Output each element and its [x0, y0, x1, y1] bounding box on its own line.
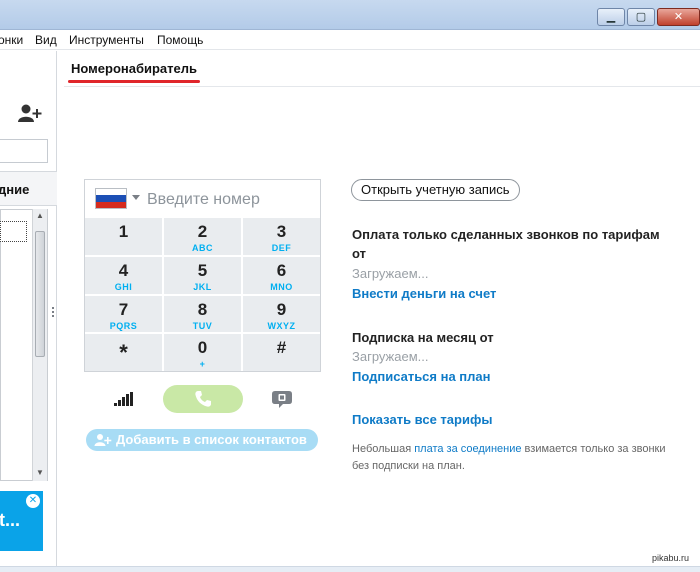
status-bar — [0, 566, 700, 572]
scrollbar[interactable]: ▲ ▼ — [32, 209, 47, 481]
scroll-down-icon[interactable]: ▼ — [36, 468, 44, 477]
menu-calls[interactable]: онки — [0, 33, 23, 47]
key-digit: # — [276, 338, 287, 358]
phone-number-placeholder: Введите номер — [147, 191, 260, 208]
maximize-icon: ▢ — [635, 11, 647, 23]
dialpad: Введите номер 1 2 ABC 3 DEF 4 GHI 5 JKL 6 MNO… — [84, 179, 321, 372]
chevron-down-icon[interactable] — [132, 195, 140, 200]
divider — [64, 86, 700, 87]
key-8[interactable]: 8 TUV — [164, 295, 241, 333]
key-6[interactable]: 6 MNO — [243, 256, 320, 294]
key-digit: 3 — [276, 222, 287, 241]
key-letters: PQRS — [109, 320, 138, 331]
key-digit: 7 — [118, 299, 129, 319]
tab-recent[interactable]: дние — [0, 171, 57, 206]
window-titlebar: ▁ ▢ ✕ — [0, 0, 700, 30]
key-star[interactable]: * — [85, 334, 162, 371]
minimize-icon: ▁ — [606, 11, 616, 23]
key-3[interactable]: 3 DEF — [243, 218, 320, 255]
add-to-contacts-button[interactable]: Добавить в список контактов — [86, 429, 318, 451]
key-digit: 2 — [197, 222, 208, 241]
key-1[interactable]: 1 — [85, 218, 162, 255]
open-account-button[interactable]: Открыть учетную запись — [351, 179, 520, 201]
maximize-button[interactable]: ▢ — [627, 8, 655, 26]
signal-strength-icon[interactable] — [114, 392, 134, 406]
key-9[interactable]: 9 WXYZ — [243, 295, 320, 333]
active-tab-indicator — [68, 80, 200, 83]
key-4[interactable]: 4 GHI — [85, 256, 162, 294]
key-digit: 1 — [118, 222, 129, 241]
contacts-sidebar: дние ▲ ▼ it... ✕ — [0, 51, 57, 566]
key-letters: GHI — [114, 281, 133, 292]
pay-as-you-go-heading: Оплата только сделанных звонков по тариф… — [352, 227, 660, 261]
key-letters: ABC — [192, 243, 213, 253]
key-5[interactable]: 5 JKL — [164, 256, 241, 294]
key-letters: MNO — [270, 281, 293, 292]
scroll-up-icon[interactable]: ▲ — [36, 211, 44, 220]
key-letters: + — [199, 359, 206, 370]
key-digit: 8 — [197, 299, 208, 319]
key-hash[interactable]: # — [243, 334, 320, 371]
key-digit: 9 — [276, 299, 287, 319]
phone-number-field[interactable]: Введите номер — [85, 180, 320, 218]
key-digit: 0 — [197, 338, 208, 358]
pay-loading-text: Загружаем... — [352, 266, 429, 281]
key-7[interactable]: 7 PQRS — [85, 295, 162, 333]
add-contact-icon — [94, 434, 112, 446]
key-digit: 4 — [118, 260, 129, 280]
close-ad-icon[interactable]: ✕ — [26, 494, 40, 508]
keypad: 1 2 ABC 3 DEF 4 GHI 5 JKL 6 MNO 7 PQRS 8 TUV 9W… — [85, 218, 320, 371]
key-digit: 5 — [197, 260, 208, 280]
add-contact-icon[interactable] — [17, 103, 43, 123]
key-2[interactable]: 2 ABC — [164, 218, 241, 255]
key-letters: JKL — [193, 281, 212, 292]
pane-splitter[interactable] — [52, 307, 55, 317]
add-to-contacts-label: Добавить в список контактов — [116, 432, 307, 447]
close-icon: ✕ — [673, 11, 684, 23]
russia-flag-icon[interactable] — [95, 188, 127, 209]
connection-fee-note: Небольшая плата за соединение взимается … — [352, 441, 682, 475]
subscription-heading: Подписка на месяц от — [352, 330, 494, 345]
menu-bar: онки Вид Инструменты Помощь — [0, 30, 700, 50]
add-credit-link[interactable]: Внести деньги на счет — [352, 286, 496, 301]
subscribe-link[interactable]: Подписаться на план — [352, 369, 491, 384]
call-button[interactable] — [163, 385, 243, 413]
minimize-button[interactable]: ▁ — [597, 8, 625, 26]
voicemail-icon[interactable] — [271, 389, 293, 409]
menu-view[interactable]: Вид — [35, 33, 57, 47]
connection-fee-link[interactable]: плата за соединение — [414, 443, 521, 455]
key-digit: 6 — [276, 260, 287, 280]
key-letters: WXYZ — [267, 320, 296, 331]
phone-icon — [195, 391, 211, 407]
menu-tools[interactable]: Инструменты — [69, 33, 144, 47]
sub-loading-text: Загружаем... — [352, 349, 429, 364]
scroll-thumb[interactable] — [35, 231, 45, 357]
note-prefix: Небольшая — [352, 443, 415, 455]
key-digit: * — [119, 340, 128, 366]
key-letters: DEF — [271, 243, 292, 253]
search-input[interactable] — [0, 139, 48, 163]
close-button[interactable]: ✕ — [657, 8, 700, 26]
menu-help[interactable]: Помощь — [157, 33, 203, 47]
ad-banner[interactable]: it... ✕ — [0, 491, 43, 551]
watermark: pikabu.ru — [652, 553, 690, 563]
list-item[interactable] — [0, 221, 27, 242]
key-letters: TUV — [192, 320, 213, 331]
page-title[interactable]: Номеронабиратель — [71, 61, 197, 76]
key-0[interactable]: 0 + — [164, 334, 241, 371]
show-all-rates-link[interactable]: Показать все тарифы — [352, 412, 492, 427]
ad-text: it... — [0, 510, 20, 530]
